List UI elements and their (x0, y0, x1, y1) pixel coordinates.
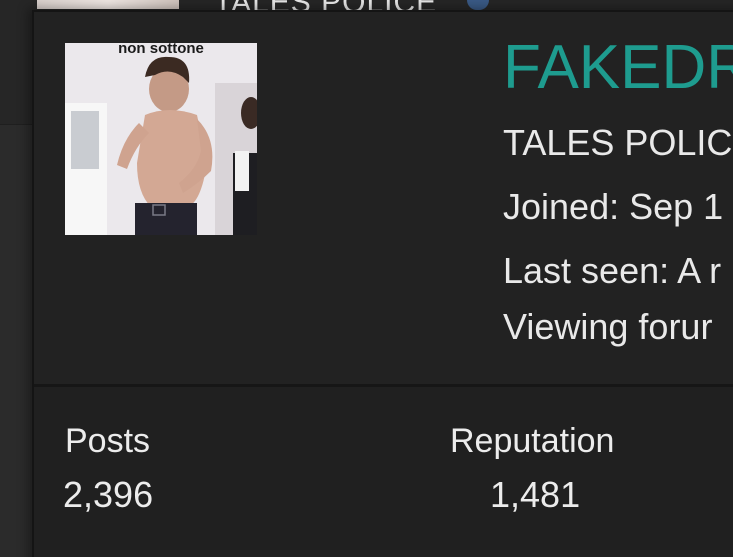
avatar-caption: non sottone (118, 43, 204, 57)
username-link[interactable]: FAKEDR (503, 32, 733, 103)
card-divider (34, 384, 733, 387)
user-title: TALES POLIC (503, 122, 733, 163)
last-seen: Last seen: A r (503, 250, 722, 291)
posts-label: Posts (65, 422, 151, 460)
profile-header: non sottone FAKEDR TALES POLIC Joined: S… (34, 12, 733, 384)
posts-count[interactable]: 2,396 (63, 474, 153, 516)
police-badge-icon (467, 0, 489, 10)
current-activity[interactable]: Viewing forur (503, 306, 712, 348)
user-avatar[interactable]: non sottone (65, 43, 257, 235)
reputation-label: Reputation (450, 422, 615, 460)
reputation-count[interactable]: 1,481 (490, 474, 580, 516)
avatar-image (65, 43, 257, 235)
member-profile-card: non sottone FAKEDR TALES POLIC Joined: S… (32, 10, 733, 557)
joined-date: Joined: Sep 1 (503, 186, 724, 227)
background-avatar (37, 0, 179, 9)
forum-page: TALES POLICE (0, 0, 733, 557)
